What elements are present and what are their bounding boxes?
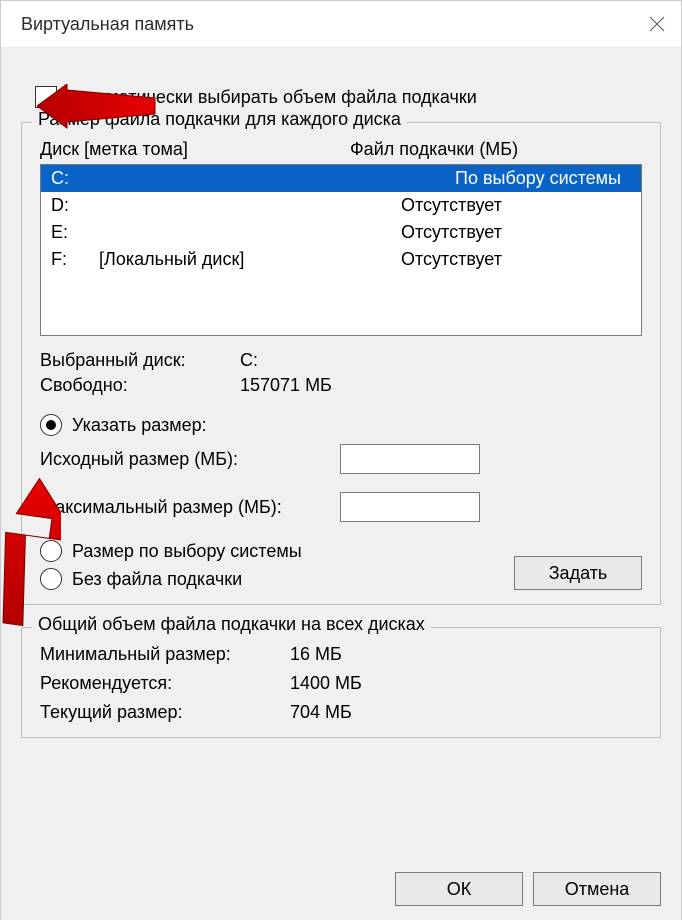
selected-drive-label: Выбранный диск: — [40, 350, 240, 371]
table-row[interactable]: E: Отсутствует — [41, 219, 641, 246]
cancel-button[interactable]: Отмена — [533, 872, 661, 906]
free-space-value: 157071 МБ — [240, 375, 642, 396]
virtual-memory-window: Виртуальная память Автоматически выбират… — [0, 0, 682, 920]
table-row[interactable]: D: Отсутствует — [41, 192, 641, 219]
drive-status: Отсутствует — [401, 222, 631, 243]
radio-custom-label: Указать размер: — [72, 415, 207, 436]
set-button[interactable]: Задать — [514, 556, 642, 590]
col-pagefile: Файл подкачки (МБ) — [350, 139, 642, 160]
rec-size-label: Рекомендуется: — [40, 673, 290, 694]
radio-system-label: Размер по выбору системы — [72, 541, 302, 562]
drive-letter: F: — [51, 249, 99, 270]
drive-label: [Локальный диск] — [99, 249, 401, 270]
drive-status: Отсутствует — [401, 249, 631, 270]
radio-system-managed[interactable] — [40, 540, 62, 562]
radio-none-label: Без файла подкачки — [72, 569, 242, 590]
dialog-footer: ОК Отмена — [21, 860, 661, 906]
cur-size-value: 704 МБ — [290, 702, 642, 723]
total-group: Общий объем файла подкачки на всех диска… — [21, 627, 661, 738]
auto-manage-checkbox[interactable] — [35, 86, 57, 108]
ok-button[interactable]: ОК — [395, 872, 523, 906]
window-title: Виртуальная память — [21, 14, 194, 35]
free-space-label: Свободно: — [40, 375, 240, 396]
dialog-body: Автоматически выбирать объем файла подка… — [1, 48, 681, 920]
min-size-label: Минимальный размер: — [40, 644, 290, 665]
max-size-label: Максимальный размер (МБ): — [40, 497, 340, 518]
cur-size-label: Текущий размер: — [40, 702, 290, 723]
initial-size-input[interactable] — [340, 444, 480, 474]
per-drive-legend: Размер файла подкачки для каждого диска — [32, 109, 407, 130]
table-row[interactable]: F:[Локальный диск]Отсутствует — [41, 246, 641, 273]
table-row[interactable]: C: По выбору системы — [41, 165, 641, 192]
drive-list-header: Диск [метка тома] Файл подкачки (МБ) — [40, 139, 642, 160]
rec-size-value: 1400 МБ — [290, 673, 642, 694]
title-bar: Виртуальная память — [1, 1, 681, 48]
auto-manage-row: Автоматически выбирать объем файла подка… — [35, 86, 661, 108]
total-legend: Общий объем файла подкачки на всех диска… — [32, 614, 431, 635]
auto-manage-label: Автоматически выбирать объем файла подка… — [67, 87, 477, 108]
drive-letter: D: — [51, 195, 99, 216]
per-drive-group: Размер файла подкачки для каждого диска … — [21, 122, 661, 605]
drive-status: Отсутствует — [401, 195, 631, 216]
max-size-input[interactable] — [340, 492, 480, 522]
radio-no-pagefile[interactable] — [40, 568, 62, 590]
initial-size-label: Исходный размер (МБ): — [40, 449, 340, 470]
radio-custom-size[interactable] — [40, 414, 62, 436]
min-size-value: 16 МБ — [290, 644, 642, 665]
close-icon[interactable] — [645, 12, 669, 36]
drive-letter: C: — [51, 168, 99, 189]
col-drive: Диск [метка тома] — [40, 139, 350, 160]
drive-letter: E: — [51, 222, 99, 243]
drive-list[interactable]: C: По выбору системы D: Отсутствует E: Отсутс… — [40, 164, 642, 336]
drive-status: По выбору системы — [391, 168, 631, 189]
selected-drive-value: C: — [240, 350, 642, 371]
radio-custom-row: Указать размер: — [40, 414, 642, 436]
